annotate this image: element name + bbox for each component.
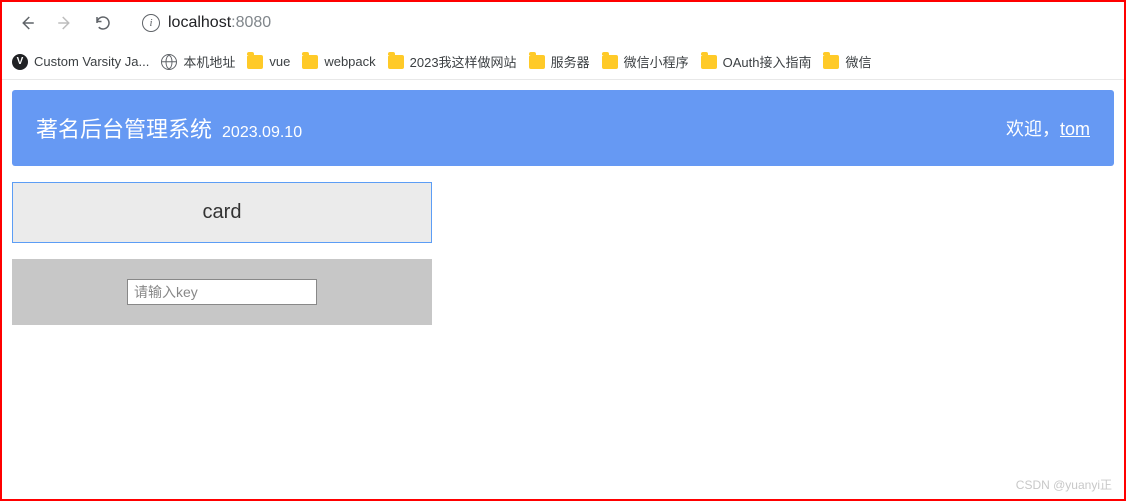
bookmark-label: 2023我这样做网站 (410, 52, 517, 71)
folder-icon (388, 55, 404, 69)
bookmark-label: webpack (324, 54, 375, 69)
url-host: localhost (168, 14, 231, 31)
site-info-icon[interactable]: i (142, 14, 160, 32)
bookmark-label: 微信小程序 (624, 52, 689, 71)
key-input[interactable] (127, 279, 317, 305)
input-panel (12, 259, 432, 325)
folder-icon (247, 55, 263, 69)
card-panel: card (12, 182, 432, 243)
header-left: 著名后台管理系统 2023.09.10 (36, 112, 302, 144)
bookmark-vue[interactable]: vue (247, 54, 290, 69)
bookmark-label: 服务器 (551, 52, 590, 71)
header-right: 欢迎，tom (1006, 115, 1090, 141)
header-date: 2023.09.10 (222, 124, 302, 142)
user-link[interactable]: tom (1060, 119, 1090, 139)
card-label: card (203, 201, 242, 223)
site-icon: V (12, 54, 28, 70)
reload-button[interactable] (86, 6, 120, 40)
arrow-left-icon (18, 14, 36, 32)
address-bar[interactable]: i localhost:8080 (130, 6, 1116, 40)
bookmark-label: 微信 (845, 52, 871, 71)
bookmark-wechat[interactable]: 微信 (823, 52, 871, 71)
bookmark-label: Custom Varsity Ja... (34, 54, 149, 69)
url-text: localhost:8080 (168, 14, 271, 32)
bookmark-local[interactable]: 本机地址 (161, 52, 235, 71)
page-title: 著名后台管理系统 (36, 112, 212, 144)
bookmark-server[interactable]: 服务器 (529, 52, 590, 71)
folder-icon (302, 55, 318, 69)
folder-icon (823, 55, 839, 69)
folder-icon (602, 55, 618, 69)
welcome-text: 欢迎， (1006, 119, 1060, 139)
browser-toolbar: i localhost:8080 (2, 2, 1124, 44)
back-button[interactable] (10, 6, 44, 40)
bookmark-custom-varsity[interactable]: V Custom Varsity Ja... (12, 54, 149, 70)
watermark: CSDN @yuanyi正 (1016, 476, 1112, 493)
bookmark-webpack[interactable]: webpack (302, 54, 375, 69)
bookmark-label: vue (269, 54, 290, 69)
folder-icon (701, 55, 717, 69)
url-port: :8080 (231, 14, 271, 31)
arrow-right-icon (56, 14, 74, 32)
globe-icon (161, 54, 177, 70)
bookmark-label: OAuth接入指南 (723, 52, 812, 71)
bookmark-2023-site[interactable]: 2023我这样做网站 (388, 52, 517, 71)
bookmark-oauth[interactable]: OAuth接入指南 (701, 52, 812, 71)
folder-icon (529, 55, 545, 69)
reload-icon (94, 14, 112, 32)
bookmark-wechat-miniapp[interactable]: 微信小程序 (602, 52, 689, 71)
page-content: 著名后台管理系统 2023.09.10 欢迎，tom card (2, 80, 1124, 335)
bookmark-label: 本机地址 (183, 52, 235, 71)
bookmarks-bar: V Custom Varsity Ja... 本机地址 vue webpack … (2, 44, 1124, 80)
forward-button[interactable] (48, 6, 82, 40)
app-header: 著名后台管理系统 2023.09.10 欢迎，tom (12, 90, 1114, 166)
